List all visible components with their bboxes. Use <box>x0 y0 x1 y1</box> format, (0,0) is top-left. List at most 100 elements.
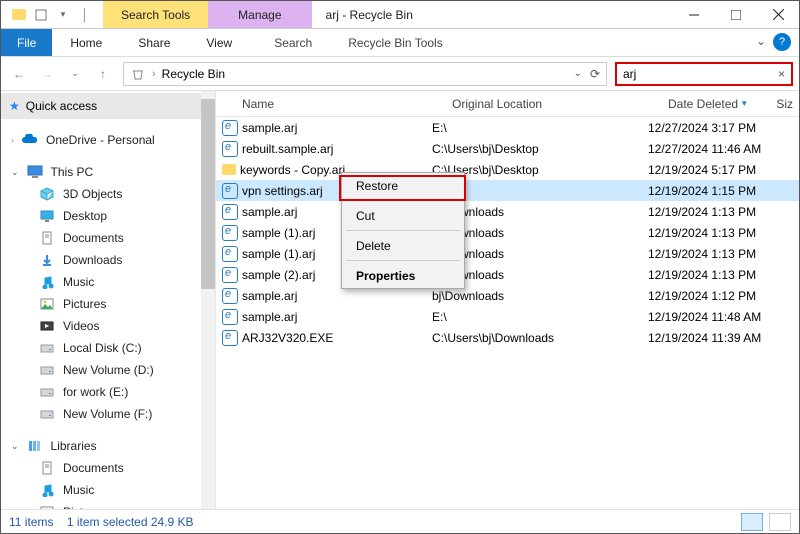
close-button[interactable] <box>757 1 799 28</box>
minimize-button[interactable] <box>673 1 715 28</box>
context-cut[interactable]: Cut <box>342 203 464 228</box>
file-name: sample (1).arj <box>242 247 315 261</box>
nav-libraries[interactable]: ⌄ Libraries <box>1 435 215 457</box>
nav-item[interactable]: Music <box>1 271 215 293</box>
nav-onedrive[interactable]: › OneDrive - Personal <box>1 129 215 151</box>
recycle-bin-tools-subtab[interactable]: Recycle Bin Tools <box>330 29 461 56</box>
context-delete[interactable]: Delete <box>342 233 464 258</box>
file-list[interactable]: sample.arj E:\ 12/27/2024 3:17 PM rebuil… <box>216 117 799 509</box>
ie-file-icon <box>222 309 238 325</box>
nav-item[interactable]: Documents <box>1 227 215 249</box>
manage-label: Manage <box>238 8 281 22</box>
file-row[interactable]: sample.arj E:\ 12/19/2024 11:48 AM <box>216 306 799 327</box>
context-separator <box>346 260 460 261</box>
nav-thispc[interactable]: ⌄ This PC <box>1 161 215 183</box>
refresh-icon[interactable]: ⟳ <box>590 67 600 81</box>
file-name: ARJ32V320.EXE <box>242 331 333 345</box>
file-row[interactable]: ARJ32V320.EXE C:\Users\bj\Downloads 12/1… <box>216 327 799 348</box>
video-icon <box>39 318 55 334</box>
nav-item[interactable]: Videos <box>1 315 215 337</box>
libraries-icon <box>27 438 43 454</box>
up-button[interactable]: ↑ <box>91 62 115 86</box>
file-location-cell: C:\Users\bj\Downloads <box>432 331 648 345</box>
chevron-right-icon: › <box>11 135 14 145</box>
maximize-button[interactable] <box>715 1 757 28</box>
search-tools-contextual-tab[interactable]: Search Tools <box>103 1 208 28</box>
column-location[interactable]: Original Location <box>452 97 668 111</box>
nav-item[interactable]: Downloads <box>1 249 215 271</box>
file-date-cell: 12/19/2024 11:48 AM <box>648 310 799 324</box>
nav-item[interactable]: Pictures <box>1 293 215 315</box>
context-restore[interactable]: Restore <box>342 173 464 198</box>
file-row[interactable]: sample.arj bj\Downloads 12/19/2024 1:13 … <box>216 201 799 222</box>
file-row[interactable]: keywords - Copy.arj C:\Users\bj\Desktop … <box>216 159 799 180</box>
file-name: rebuilt.sample.arj <box>242 142 333 156</box>
recycle-bin-icon <box>130 66 146 82</box>
file-row[interactable]: sample (1).arj bj\Downloads 12/19/2024 1… <box>216 222 799 243</box>
ie-file-icon <box>222 120 238 136</box>
file-date-cell: 12/19/2024 11:39 AM <box>648 331 799 345</box>
nav-item[interactable]: Music <box>1 479 215 501</box>
nav-scrollbar-thumb[interactable] <box>201 99 215 289</box>
address-dropdown-icon[interactable]: ⌄ <box>574 68 582 79</box>
qat-overflow-icon[interactable]: │ <box>77 7 93 23</box>
file-row[interactable]: sample (2).arj bj\Downloads 12/19/2024 1… <box>216 264 799 285</box>
nav-item[interactable]: 3D Objects <box>1 183 215 205</box>
nav-item-label: Pictures <box>63 505 106 509</box>
nav-item[interactable]: Local Disk (C:) <box>1 337 215 359</box>
back-button[interactable]: ← <box>7 62 31 86</box>
disk-icon <box>39 406 55 422</box>
nav-item[interactable]: New Volume (D:) <box>1 359 215 381</box>
share-tab[interactable]: Share <box>120 29 188 56</box>
column-name[interactable]: Name <box>242 97 452 111</box>
disk-icon <box>39 362 55 378</box>
forward-button[interactable]: → <box>35 62 59 86</box>
file-row[interactable]: sample.arj E:\ 12/27/2024 3:17 PM <box>216 117 799 138</box>
status-text: 11 items 1 item selected 24.9 KB <box>9 515 194 529</box>
nav-item-label: Music <box>63 483 94 497</box>
search-subtab[interactable]: Search <box>256 29 330 56</box>
ie-file-icon <box>222 330 238 346</box>
nav-item[interactable]: for work (E:) <box>1 381 215 403</box>
file-tab[interactable]: File <box>1 29 52 56</box>
file-row[interactable]: vpn settings.arj E:\ 12/19/2024 1:15 PM <box>216 180 799 201</box>
music-icon <box>39 274 55 290</box>
nav-item[interactable]: Documents <box>1 457 215 479</box>
search-box[interactable]: arj × <box>615 62 793 86</box>
properties-icon[interactable] <box>33 7 49 23</box>
clear-search-icon[interactable]: × <box>778 67 785 81</box>
view-tab[interactable]: View <box>188 29 250 56</box>
thumbnails-view-button[interactable] <box>769 513 791 531</box>
details-view-button[interactable] <box>741 513 763 531</box>
nav-item[interactable]: Desktop <box>1 205 215 227</box>
quick-access-label: Quick access <box>26 99 97 113</box>
quick-access-header[interactable]: ★ Quick access <box>1 93 215 119</box>
ribbon-expand-icon[interactable]: ⌄ <box>749 29 773 53</box>
file-row[interactable]: sample (1).arj bj\Downloads 12/19/2024 1… <box>216 243 799 264</box>
file-row[interactable]: sample.arj bj\Downloads 12/19/2024 1:12 … <box>216 285 799 306</box>
file-name-cell: sample.arj <box>222 288 432 304</box>
breadcrumb-text[interactable]: Recycle Bin <box>162 67 225 81</box>
ie-file-icon <box>222 141 238 157</box>
manage-contextual-tab[interactable]: Manage <box>208 1 311 28</box>
qat-dropdown-icon[interactable]: ▾ <box>55 7 71 23</box>
ie-file-icon <box>222 267 238 283</box>
navigation-pane[interactable]: ★ Quick access › OneDrive - Personal ⌄ T… <box>1 91 216 509</box>
nav-item[interactable]: New Volume (F:) <box>1 403 215 425</box>
file-row[interactable]: rebuilt.sample.arj C:\Users\bj\Desktop 1… <box>216 138 799 159</box>
star-icon: ★ <box>9 99 20 113</box>
help-icon[interactable]: ? <box>773 33 791 51</box>
file-name-cell: sample.arj <box>222 309 432 325</box>
context-properties[interactable]: Properties <box>342 263 464 288</box>
body: ★ Quick access › OneDrive - Personal ⌄ T… <box>1 91 799 509</box>
search-text[interactable]: arj <box>623 67 636 81</box>
status-bar: 11 items 1 item selected 24.9 KB <box>1 509 799 533</box>
desktop-icon <box>39 208 55 224</box>
breadcrumb-bar[interactable]: › Recycle Bin ⌄ ⟳ <box>123 62 607 86</box>
column-size[interactable]: Siz <box>776 97 793 111</box>
home-tab[interactable]: Home <box>52 29 120 56</box>
nav-item[interactable]: Pictures <box>1 501 215 509</box>
nav-item-label: Local Disk (C:) <box>63 341 142 355</box>
file-name-cell: ARJ32V320.EXE <box>222 330 432 346</box>
recent-locations-icon[interactable]: ⌄ <box>63 62 87 86</box>
